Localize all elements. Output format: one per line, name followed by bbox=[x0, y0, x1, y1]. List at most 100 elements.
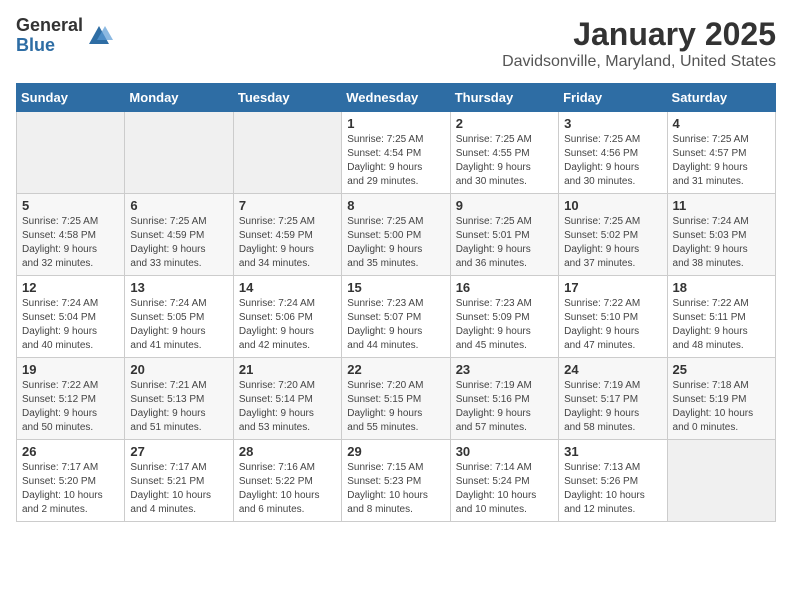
day-info: Sunrise: 7:15 AM Sunset: 5:23 PM Dayligh… bbox=[347, 461, 444, 517]
calendar-day-2: 2 Sunrise: 7:25 AM Sunset: 4:55 PM Daylig… bbox=[450, 112, 558, 194]
calendar-day-4: 4 Sunrise: 7:25 AM Sunset: 4:57 PM Daylig… bbox=[667, 112, 775, 194]
day-number: 4 bbox=[673, 116, 770, 131]
day-number: 14 bbox=[239, 280, 336, 295]
calendar-day-6: 6Sunrise: 7:25 AM Sunset: 4:59 PM Daylig… bbox=[125, 194, 233, 276]
location-title: Davidsonville, Maryland, United States bbox=[502, 53, 776, 71]
day-number: 17 bbox=[564, 280, 661, 295]
weekday-header-monday: Monday bbox=[125, 84, 233, 112]
day-number: 22 bbox=[347, 362, 444, 377]
day-info: Sunrise: 7:24 AM Sunset: 5:06 PM Dayligh… bbox=[239, 297, 336, 353]
day-info: Sunrise: 7:25 AM Sunset: 4:59 PM Dayligh… bbox=[130, 215, 227, 271]
calendar-day-20: 20Sunrise: 7:21 AM Sunset: 5:13 PM Dayli… bbox=[125, 358, 233, 440]
calendar-week-row: 5Sunrise: 7:25 AM Sunset: 4:58 PM Daylig… bbox=[17, 194, 776, 276]
day-info: Sunrise: 7:16 AM Sunset: 5:22 PM Dayligh… bbox=[239, 461, 336, 517]
day-number: 15 bbox=[347, 280, 444, 295]
calendar-day-13: 13Sunrise: 7:24 AM Sunset: 5:05 PM Dayli… bbox=[125, 276, 233, 358]
day-number: 31 bbox=[564, 444, 661, 459]
day-info: Sunrise: 7:24 AM Sunset: 5:04 PM Dayligh… bbox=[22, 297, 119, 353]
day-info: Sunrise: 7:25 AM Sunset: 4:55 PM Dayligh… bbox=[456, 133, 553, 189]
calendar-day-27: 27 Sunrise: 7:17 AM Sunset: 5:21 PM Dayli… bbox=[125, 440, 233, 522]
calendar-day-12: 12 Sunrise: 7:24 AM Sunset: 5:04 PM Dayli… bbox=[17, 276, 125, 358]
day-info: Sunrise: 7:18 AM Sunset: 5:19 PM Dayligh… bbox=[673, 379, 770, 435]
calendar-week-row: 12 Sunrise: 7:24 AM Sunset: 5:04 PM Dayli… bbox=[17, 276, 776, 358]
calendar-day-16: 16 Sunrise: 7:23 AM Sunset: 5:09 PM Dayli… bbox=[450, 276, 558, 358]
day-number: 3 bbox=[564, 116, 661, 131]
day-info: Sunrise: 7:17 AM Sunset: 5:21 PM Dayligh… bbox=[130, 461, 227, 517]
weekday-header-friday: Friday bbox=[559, 84, 667, 112]
calendar-day-23: 23Sunrise: 7:19 AM Sunset: 5:16 PM Dayli… bbox=[450, 358, 558, 440]
calendar-day-18: 18 Sunrise: 7:22 AM Sunset: 5:11 PM Dayli… bbox=[667, 276, 775, 358]
day-info: Sunrise: 7:23 AM Sunset: 5:09 PM Dayligh… bbox=[456, 297, 553, 353]
logo: General Blue bbox=[16, 16, 113, 56]
day-info: Sunrise: 7:25 AM Sunset: 4:57 PM Dayligh… bbox=[673, 133, 770, 189]
calendar-day-17: 17 Sunrise: 7:22 AM Sunset: 5:10 PM Dayli… bbox=[559, 276, 667, 358]
logo-blue-text: Blue bbox=[16, 36, 83, 56]
day-info: Sunrise: 7:20 AM Sunset: 5:14 PM Dayligh… bbox=[239, 379, 336, 435]
calendar-day-30: 30Sunrise: 7:14 AM Sunset: 5:24 PM Dayli… bbox=[450, 440, 558, 522]
calendar-day-25: 25 Sunrise: 7:18 AM Sunset: 5:19 PM Dayli… bbox=[667, 358, 775, 440]
calendar-week-row: 26 Sunrise: 7:17 AM Sunset: 5:20 PM Dayli… bbox=[17, 440, 776, 522]
calendar-day-24: 24Sunrise: 7:19 AM Sunset: 5:17 PM Dayli… bbox=[559, 358, 667, 440]
day-number: 9 bbox=[456, 198, 553, 213]
calendar-empty-cell bbox=[233, 112, 341, 194]
weekday-header-thursday: Thursday bbox=[450, 84, 558, 112]
calendar-week-row: 19 Sunrise: 7:22 AM Sunset: 5:12 PM Dayli… bbox=[17, 358, 776, 440]
weekday-header-wednesday: Wednesday bbox=[342, 84, 450, 112]
day-number: 16 bbox=[456, 280, 553, 295]
day-number: 12 bbox=[22, 280, 119, 295]
day-info: Sunrise: 7:23 AM Sunset: 5:07 PM Dayligh… bbox=[347, 297, 444, 353]
day-info: Sunrise: 7:13 AM Sunset: 5:26 PM Dayligh… bbox=[564, 461, 661, 517]
day-info: Sunrise: 7:25 AM Sunset: 5:02 PM Dayligh… bbox=[564, 215, 661, 271]
calendar-day-8: 8 Sunrise: 7:25 AM Sunset: 5:00 PM Daylig… bbox=[342, 194, 450, 276]
day-number: 8 bbox=[347, 198, 444, 213]
logo-icon bbox=[85, 22, 113, 50]
day-number: 2 bbox=[456, 116, 553, 131]
calendar-day-14: 14 Sunrise: 7:24 AM Sunset: 5:06 PM Dayli… bbox=[233, 276, 341, 358]
calendar-week-row: 1 Sunrise: 7:25 AM Sunset: 4:54 PM Daylig… bbox=[17, 112, 776, 194]
day-info: Sunrise: 7:17 AM Sunset: 5:20 PM Dayligh… bbox=[22, 461, 119, 517]
calendar-day-28: 28 Sunrise: 7:16 AM Sunset: 5:22 PM Dayli… bbox=[233, 440, 341, 522]
day-number: 19 bbox=[22, 362, 119, 377]
day-number: 26 bbox=[22, 444, 119, 459]
day-info: Sunrise: 7:25 AM Sunset: 4:54 PM Dayligh… bbox=[347, 133, 444, 189]
calendar-empty-cell bbox=[667, 440, 775, 522]
title-block: January 2025 Davidsonville, Maryland, Un… bbox=[502, 16, 776, 71]
day-number: 11 bbox=[673, 198, 770, 213]
day-info: Sunrise: 7:20 AM Sunset: 5:15 PM Dayligh… bbox=[347, 379, 444, 435]
day-info: Sunrise: 7:19 AM Sunset: 5:17 PM Dayligh… bbox=[564, 379, 661, 435]
day-info: Sunrise: 7:25 AM Sunset: 5:01 PM Dayligh… bbox=[456, 215, 553, 271]
day-number: 23 bbox=[456, 362, 553, 377]
calendar-empty-cell bbox=[17, 112, 125, 194]
page-header: General Blue January 2025 Davidsonville,… bbox=[16, 16, 776, 71]
day-number: 18 bbox=[673, 280, 770, 295]
day-number: 1 bbox=[347, 116, 444, 131]
weekday-header-tuesday: Tuesday bbox=[233, 84, 341, 112]
calendar-day-7: 7Sunrise: 7:25 AM Sunset: 4:59 PM Daylig… bbox=[233, 194, 341, 276]
calendar-day-3: 3Sunrise: 7:25 AM Sunset: 4:56 PM Daylig… bbox=[559, 112, 667, 194]
calendar-day-29: 29Sunrise: 7:15 AM Sunset: 5:23 PM Dayli… bbox=[342, 440, 450, 522]
calendar-day-1: 1 Sunrise: 7:25 AM Sunset: 4:54 PM Daylig… bbox=[342, 112, 450, 194]
weekday-header-row: SundayMondayTuesdayWednesdayThursdayFrid… bbox=[17, 84, 776, 112]
day-info: Sunrise: 7:14 AM Sunset: 5:24 PM Dayligh… bbox=[456, 461, 553, 517]
calendar-table: SundayMondayTuesdayWednesdayThursdayFrid… bbox=[16, 83, 776, 522]
weekday-header-saturday: Saturday bbox=[667, 84, 775, 112]
day-number: 28 bbox=[239, 444, 336, 459]
day-number: 5 bbox=[22, 198, 119, 213]
day-info: Sunrise: 7:24 AM Sunset: 5:05 PM Dayligh… bbox=[130, 297, 227, 353]
day-number: 7 bbox=[239, 198, 336, 213]
calendar-day-11: 11Sunrise: 7:24 AM Sunset: 5:03 PM Dayli… bbox=[667, 194, 775, 276]
day-number: 20 bbox=[130, 362, 227, 377]
day-info: Sunrise: 7:25 AM Sunset: 5:00 PM Dayligh… bbox=[347, 215, 444, 271]
calendar-day-5: 5Sunrise: 7:25 AM Sunset: 4:58 PM Daylig… bbox=[17, 194, 125, 276]
logo-general-text: General bbox=[16, 16, 83, 36]
day-number: 25 bbox=[673, 362, 770, 377]
day-number: 27 bbox=[130, 444, 227, 459]
day-info: Sunrise: 7:22 AM Sunset: 5:10 PM Dayligh… bbox=[564, 297, 661, 353]
day-info: Sunrise: 7:22 AM Sunset: 5:11 PM Dayligh… bbox=[673, 297, 770, 353]
calendar-day-21: 21Sunrise: 7:20 AM Sunset: 5:14 PM Dayli… bbox=[233, 358, 341, 440]
calendar-day-19: 19 Sunrise: 7:22 AM Sunset: 5:12 PM Dayli… bbox=[17, 358, 125, 440]
day-number: 10 bbox=[564, 198, 661, 213]
day-info: Sunrise: 7:22 AM Sunset: 5:12 PM Dayligh… bbox=[22, 379, 119, 435]
calendar-day-22: 22 Sunrise: 7:20 AM Sunset: 5:15 PM Dayli… bbox=[342, 358, 450, 440]
weekday-header-sunday: Sunday bbox=[17, 84, 125, 112]
